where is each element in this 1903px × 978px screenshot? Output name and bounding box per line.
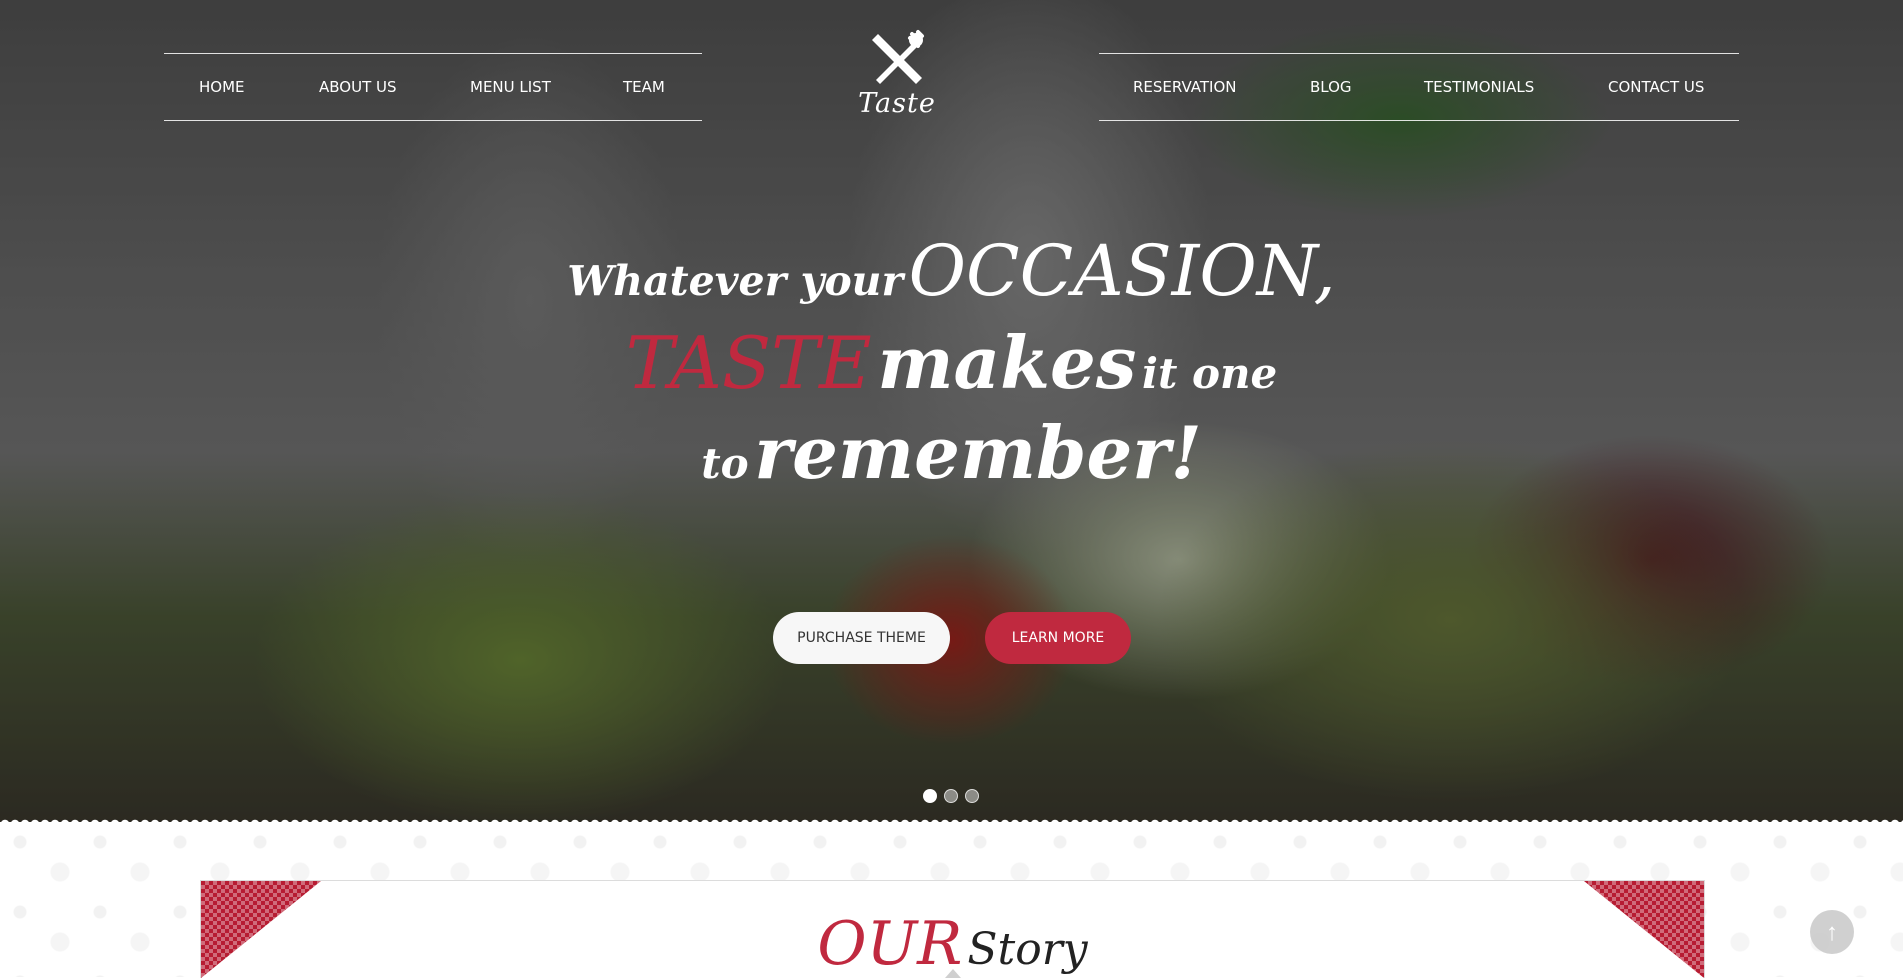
headline-line-1: Whatever your OCCASION, (0, 230, 1903, 312)
our-story-title: OUR Story (201, 909, 1704, 978)
headline-taste: TASTE (625, 321, 872, 405)
learn-more-button[interactable]: LEARN MORE (985, 612, 1131, 664)
headline-remember: remember! (754, 410, 1202, 495)
nav-testimonials[interactable]: TESTIMONIALS (1424, 54, 1534, 120)
arrow-up-icon: ↑ (1826, 919, 1838, 946)
slider-dot-2[interactable] (944, 789, 958, 803)
nav-team[interactable]: TEAM (623, 54, 665, 120)
headline-occasion: OCCASION, (908, 230, 1336, 312)
slider-dot-3[interactable] (965, 789, 979, 803)
nav-right: RESERVATION BLOG TESTIMONIALS CONTACT US (1099, 53, 1739, 121)
nav-about-us[interactable]: ABOUT US (319, 54, 397, 120)
headline-makes: makes (877, 320, 1137, 405)
nav-blog[interactable]: BLOG (1310, 54, 1352, 120)
headline-to: to (701, 439, 749, 488)
headline-whatever: Whatever your (567, 257, 904, 305)
nav-home[interactable]: HOME (199, 54, 245, 120)
nav-reservation[interactable]: RESERVATION (1133, 54, 1237, 120)
our-story-card: OUR Story (200, 880, 1705, 978)
headline-line-3: to remember! (0, 410, 1903, 495)
nav-menu-list[interactable]: MENU LIST (470, 54, 551, 120)
logo[interactable]: Taste (856, 28, 938, 124)
logo-text: Taste (858, 88, 936, 119)
headline-it-one: it one (1141, 349, 1278, 398)
headline-line-2: TASTE makes it one (0, 320, 1903, 405)
purchase-theme-button[interactable]: PURCHASE THEME (773, 612, 950, 664)
fork-knife-icon (872, 30, 924, 84)
nav-left: HOME ABOUT US MENU LIST TEAM (164, 53, 702, 121)
nav-contact-us[interactable]: CONTACT US (1608, 54, 1704, 120)
story-title-rest: Story (967, 924, 1088, 975)
slider-dot-1[interactable] (923, 789, 937, 803)
story-title-accent: OUR (817, 909, 963, 978)
scroll-to-top-button[interactable]: ↑ (1810, 910, 1854, 954)
